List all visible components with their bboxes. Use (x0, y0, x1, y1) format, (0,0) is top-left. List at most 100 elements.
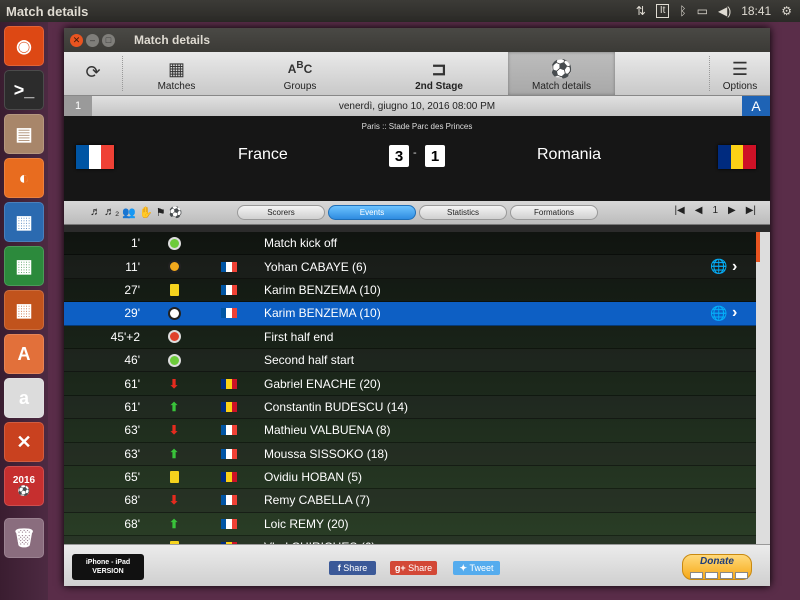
event-minute: 29' (124, 306, 140, 321)
firefox-icon[interactable]: ◐ (4, 158, 44, 198)
away-score: 1 (425, 145, 445, 167)
terminal-icon[interactable]: >_ (4, 70, 44, 110)
settings-gear-icon[interactable]: ⚙ (781, 4, 792, 18)
network-arrows-icon[interactable]: ⇅ (636, 4, 646, 18)
event-description: Karim BENZEMA (10) (264, 282, 381, 297)
event-row[interactable]: 65' Ovidiu HOBAN (5) (64, 466, 756, 490)
match-details-button[interactable]: ⚽ Match details (508, 52, 615, 95)
event-row[interactable]: 29' Karim BENZEMA (10) 🌐 › (64, 302, 756, 326)
event-description: Gabriel ENACHE (20) (264, 376, 381, 391)
event-filter-icon[interactable]: ♬₂ (104, 206, 119, 219)
event-filter-icon[interactable]: ⚽ (169, 206, 183, 219)
event-row[interactable]: 1' Match kick off (64, 232, 756, 256)
window-titlebar[interactable]: ✕ – □ Match details (64, 28, 770, 52)
chevron-right-icon[interactable]: › (732, 258, 737, 276)
event-filter-icon[interactable]: ✋ (139, 206, 153, 219)
page-number[interactable]: 1 (712, 205, 718, 216)
launcher: ◉ >_ ▤ ◐ ▦ ▦ ▦ Aa ✕ 2016 ⚽ 🗑 (0, 22, 48, 600)
event-description: Remy CABELLA (7) (264, 493, 371, 508)
software-center-icon[interactable]: A (4, 334, 44, 374)
amazon-icon[interactable]: a (4, 378, 44, 418)
groups-button[interactable]: ABC Groups (230, 52, 370, 95)
impress-icon[interactable]: ▦ (4, 290, 44, 330)
top-panel: Match details ⇅ It ᛒ ▭ ◀) 18:41 ⚙ (0, 0, 800, 22)
iphone-ipad-version-badge[interactable]: iPhone - iPad VERSION (72, 554, 144, 580)
payment-cards-icon (690, 572, 748, 579)
keyboard-layout-indicator[interactable]: It (655, 4, 670, 18)
pager: |◀ ◀ 1 ▶ ▶| (674, 205, 756, 216)
event-row[interactable]: 45'+2 First half end (64, 326, 756, 349)
event-row[interactable]: 63' ⬇ Mathieu VALBUENA (8) (64, 419, 756, 443)
event-row[interactable]: 46' Second half start (64, 348, 756, 373)
event-filter-icon[interactable]: 👥 (122, 206, 136, 219)
close-window-button[interactable]: ✕ (70, 33, 83, 47)
home-score: 3 (389, 145, 409, 167)
twitter-icon: ✦ (459, 562, 470, 573)
event-description: Constantin BUDESCU (14) (264, 399, 409, 414)
clock[interactable]: 18:41 (741, 4, 771, 18)
refresh-button[interactable]: ⟳ (64, 52, 122, 95)
event-minute: 46' (124, 353, 140, 368)
last-page-icon[interactable]: ▶| (746, 205, 756, 216)
system-settings-icon[interactable]: ✕ (4, 422, 44, 462)
yellow-card-icon (167, 283, 181, 297)
yellow-card-icon (167, 470, 181, 484)
files-icon[interactable]: ▤ (4, 114, 44, 154)
event-row[interactable]: 61' ⬇ Gabriel ENACHE (20) (64, 372, 756, 396)
bluetooth-icon[interactable]: ᛒ (679, 4, 686, 18)
score-separator: - (413, 147, 417, 159)
soccer-ball-icon: ⚽ (550, 59, 573, 79)
event-row[interactable]: 68' ⬇ Remy CABELLA (7) (64, 489, 756, 513)
event-filter-icon[interactable]: ♬ (90, 206, 101, 219)
event-row[interactable]: Vlad CHIRICHES (6) (64, 536, 756, 544)
maximize-window-button[interactable]: □ (102, 33, 115, 47)
venue: Paris :: Stade Parc des Princes (361, 122, 473, 131)
event-description: Moussa SISSOKO (18) (264, 446, 389, 461)
euro2016-app-icon[interactable]: 2016 ⚽ (4, 466, 44, 506)
match-info-bar: 1 venerdì, giugno 10, 2016 08:00 PM A (64, 96, 770, 116)
event-row[interactable]: 68' ⬆ Loic REMY (20) (64, 513, 756, 537)
globe-icon[interactable]: 🌐 (710, 305, 727, 322)
volume-icon[interactable]: ◀) (718, 4, 731, 18)
second-stage-button[interactable]: ⊐ 2nd Stage (370, 52, 508, 95)
event-row[interactable]: 27' Karim BENZEMA (10) (64, 279, 756, 303)
first-page-icon[interactable]: |◀ (674, 205, 684, 216)
battery-icon[interactable]: ▭ (697, 4, 708, 18)
event-row[interactable]: 11' Yohan CABAYE (6) 🌐 › (64, 255, 756, 279)
calc-icon[interactable]: ▦ (4, 246, 44, 286)
home-team: France (238, 146, 288, 163)
globe-icon[interactable]: 🌐 (710, 258, 727, 275)
tab-events[interactable]: Events (328, 205, 416, 220)
substitution-in-icon: ⬆ (168, 446, 180, 461)
event-description: Yohan CABAYE (6) (264, 259, 367, 274)
prev-page-icon[interactable]: ◀ (695, 205, 703, 216)
romania-flag-icon (221, 472, 237, 483)
events-scrollbar[interactable] (756, 232, 770, 544)
tweet-button[interactable]: ✦ Tweet (453, 561, 500, 575)
active-window-title: Match details (6, 3, 89, 19)
event-minute: 65' (124, 470, 140, 485)
event-minute: 68' (124, 516, 140, 531)
options-button[interactable]: ☰ Options (710, 52, 770, 95)
minimize-window-button[interactable]: – (86, 33, 99, 47)
googleplus-share-button[interactable]: g+ Share (390, 561, 437, 575)
facebook-share-button[interactable]: f Share (329, 561, 376, 575)
france-flag-icon (221, 308, 237, 319)
tweet-label: Tweet (469, 563, 494, 573)
tab-formations[interactable]: Formations (510, 205, 598, 220)
tab-statistics[interactable]: Statistics (419, 205, 507, 220)
matches-button[interactable]: ▦ Matches (123, 52, 230, 95)
bracket-icon: ⊐ (431, 59, 447, 79)
france-flag-icon (221, 261, 237, 272)
tab-scorers[interactable]: Scorers (237, 205, 325, 220)
event-filter-icon[interactable]: ⚑ (156, 206, 166, 219)
next-page-icon[interactable]: ▶ (728, 205, 736, 216)
ubuntu-dash-icon[interactable]: ◉ (4, 26, 44, 66)
event-row[interactable]: 61' ⬆ Constantin BUDESCU (14) (64, 395, 756, 420)
trash-icon[interactable]: 🗑 (4, 518, 44, 558)
event-row[interactable]: 63' ⬆ Moussa SISSOKO (18) (64, 442, 756, 466)
chevron-right-icon[interactable]: › (732, 304, 737, 322)
writer-icon[interactable]: ▦ (4, 202, 44, 242)
abc-icon: ABC (287, 60, 313, 76)
scroll-thumb[interactable] (756, 232, 760, 262)
